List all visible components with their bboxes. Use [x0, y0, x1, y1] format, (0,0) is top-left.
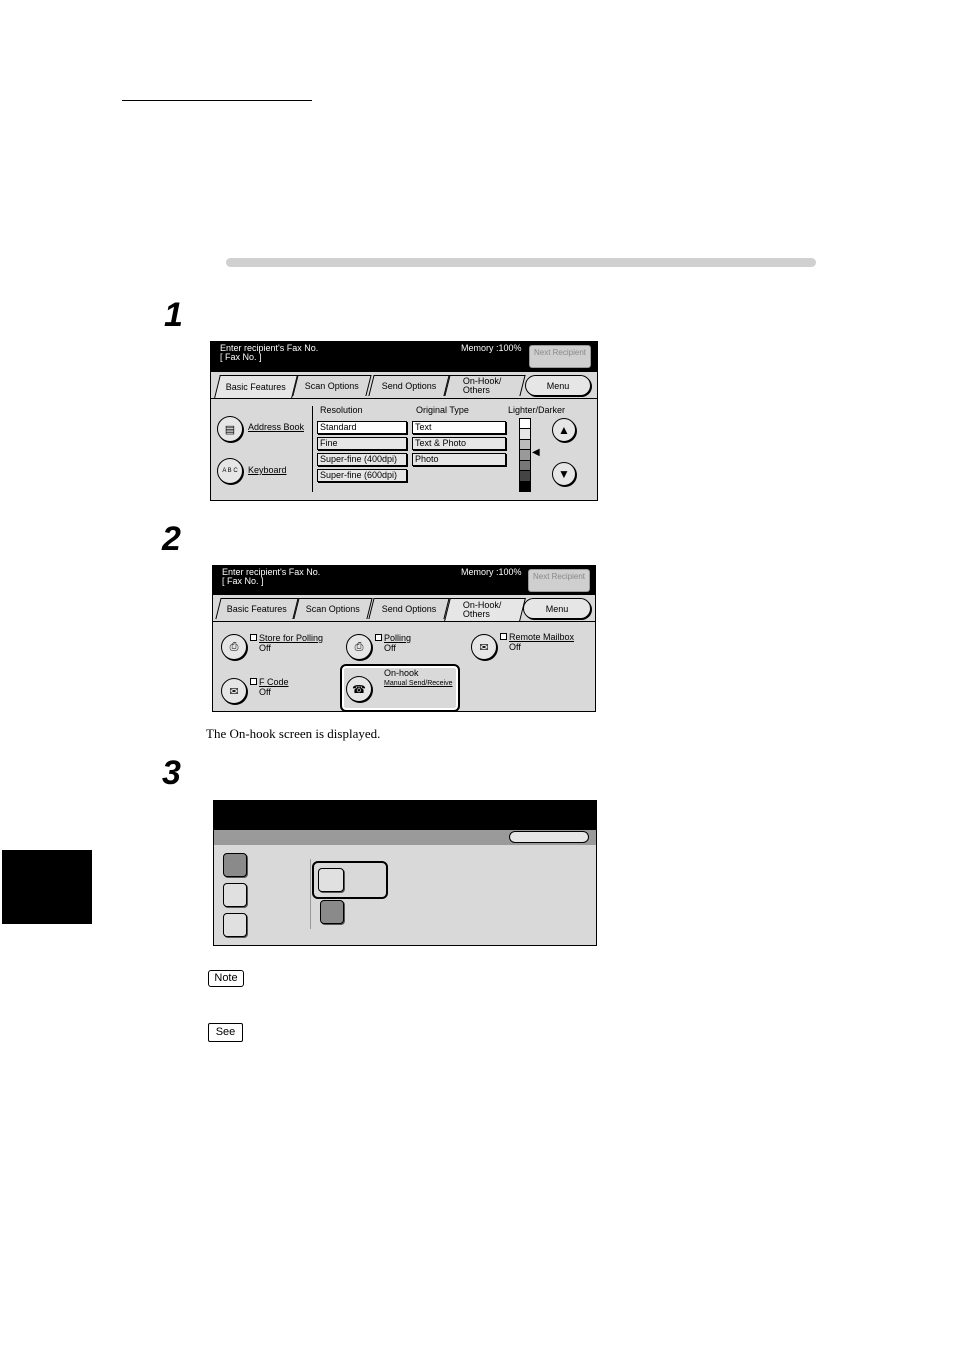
- store-for-polling-value: Off: [259, 643, 271, 653]
- remote-mailbox-icon[interactable]: ✉: [471, 634, 497, 660]
- section-bar: [226, 258, 816, 267]
- tab-label: Scan Options: [304, 380, 359, 391]
- telephone-icon: ☎: [346, 676, 372, 702]
- resolution-super-fine-600[interactable]: Super-fine (600dpi): [317, 469, 407, 482]
- original-type-label: Original Type: [416, 405, 469, 415]
- polling-label[interactable]: Polling: [384, 633, 411, 643]
- tab-label: On-Hook/ Others: [462, 600, 502, 619]
- option-button-4: [318, 868, 344, 892]
- on-hook-sublabel: Manual Send/Receive: [384, 680, 453, 687]
- header-rule: [122, 100, 312, 101]
- tab-send-options[interactable]: Send Options: [368, 375, 450, 396]
- polling-checkbox[interactable]: [375, 634, 382, 641]
- resolution-fine[interactable]: Fine: [317, 437, 407, 450]
- keyboard-label[interactable]: Keyboard: [248, 465, 287, 475]
- option-button-5[interactable]: [320, 900, 344, 924]
- tab-bar: Basic Features Scan Options Send Options…: [211, 372, 597, 399]
- remote-mailbox-label[interactable]: Remote Mailbox: [509, 632, 574, 642]
- fax-screen-on-hook-others: Enter recipient's Fax No. [ Fax No. ] Me…: [212, 565, 596, 712]
- see-badge: See: [208, 1023, 243, 1042]
- f-code-label[interactable]: F Code: [259, 677, 289, 687]
- chapter-tab: [2, 850, 92, 924]
- screen-header: Enter recipient's Fax No. [ Fax No. ] Me…: [211, 342, 597, 372]
- step-number-3: 3: [162, 754, 181, 792]
- tab-on-hook-others[interactable]: On-Hook/ Others: [444, 375, 526, 396]
- step-number-1: 1: [164, 296, 183, 334]
- step-number-2: 2: [162, 520, 181, 558]
- screen-header: Enter recipient's Fax No. [ Fax No. ] Me…: [213, 566, 595, 596]
- original-type-text-photo[interactable]: Text & Photo: [412, 437, 506, 450]
- tab-scan-options[interactable]: Scan Options: [292, 375, 372, 396]
- tab-scan-options[interactable]: Scan Options: [293, 598, 373, 619]
- tab-label: Send Options: [381, 380, 437, 391]
- keyboard-icon[interactable]: A B C: [217, 458, 243, 484]
- tab-label: Basic Features: [226, 603, 287, 614]
- divider: [312, 406, 313, 492]
- on-hook-button[interactable]: ☎ On-hook Manual Send/Receive: [340, 664, 460, 711]
- remote-mailbox-checkbox[interactable]: [500, 633, 507, 640]
- screen-header: [214, 801, 596, 830]
- note-badge: Note: [208, 970, 244, 987]
- tab-basic-features[interactable]: Basic Features: [214, 375, 298, 398]
- lighter-arrow-up-icon[interactable]: ▲: [552, 418, 576, 442]
- option-button-1[interactable]: [223, 853, 247, 877]
- menu-button[interactable]: Menu: [523, 598, 591, 619]
- density-scale: [519, 418, 531, 492]
- fax-screen-basic-features: Enter recipient's Fax No. [ Fax No. ] Me…: [210, 341, 598, 501]
- darker-arrow-down-icon[interactable]: ▼: [552, 462, 576, 486]
- store-for-polling-label[interactable]: Store for Polling: [259, 633, 323, 643]
- next-recipient-button[interactable]: Next Recipient: [528, 569, 590, 592]
- close-button[interactable]: [509, 831, 589, 843]
- remote-mailbox-value: Off: [509, 642, 521, 652]
- density-pointer-icon: ◀: [532, 447, 540, 458]
- lighter-darker-label: Lighter/Darker: [508, 405, 566, 415]
- tab-label: Basic Features: [225, 381, 286, 392]
- polling-icon[interactable]: ⎙: [346, 634, 372, 660]
- polling-value: Off: [384, 643, 396, 653]
- header-fax-no: [ Fax No. ]: [220, 352, 262, 362]
- original-type-photo[interactable]: Photo: [412, 453, 506, 466]
- store-for-polling-icon[interactable]: ⎙: [221, 634, 247, 660]
- tab-bar: Basic Features Scan Options Send Options…: [213, 595, 595, 622]
- memory-status: Memory :100%: [461, 567, 522, 577]
- menu-button[interactable]: Menu: [525, 375, 591, 396]
- on-hook-label: On-hook: [384, 668, 419, 678]
- address-book-icon[interactable]: ▤: [217, 416, 243, 442]
- tab-send-options[interactable]: Send Options: [368, 598, 450, 619]
- tab-label: Send Options: [381, 603, 437, 614]
- tab-label: Scan Options: [305, 603, 360, 614]
- tab-label: On-Hook/ Others: [462, 376, 502, 395]
- header-fax-no: [ Fax No. ]: [222, 576, 264, 586]
- resolution-super-fine-400[interactable]: Super-fine (400dpi): [317, 453, 407, 466]
- option-button-2[interactable]: [223, 883, 247, 907]
- divider: [310, 859, 311, 929]
- step2-caption: The On-hook screen is displayed.: [206, 726, 381, 741]
- memory-status: Memory :100%: [461, 343, 522, 353]
- store-for-polling-checkbox[interactable]: [250, 634, 257, 641]
- f-code-checkbox[interactable]: [250, 678, 257, 685]
- on-hook-screen: [213, 800, 597, 946]
- address-book-label[interactable]: Address Book: [248, 422, 304, 432]
- f-code-value: Off: [259, 687, 271, 697]
- tab-basic-features[interactable]: Basic Features: [215, 598, 299, 619]
- next-recipient-button[interactable]: Next Recipient: [529, 345, 591, 368]
- resolution-label: Resolution: [320, 405, 363, 415]
- selected-option-frame[interactable]: [312, 861, 388, 899]
- tab-on-hook-others[interactable]: On-Hook/ Others: [444, 598, 526, 621]
- option-button-3[interactable]: [223, 913, 247, 937]
- resolution-standard[interactable]: Standard: [317, 421, 407, 434]
- original-type-text[interactable]: Text: [412, 421, 506, 434]
- f-code-icon[interactable]: ✉: [221, 678, 247, 704]
